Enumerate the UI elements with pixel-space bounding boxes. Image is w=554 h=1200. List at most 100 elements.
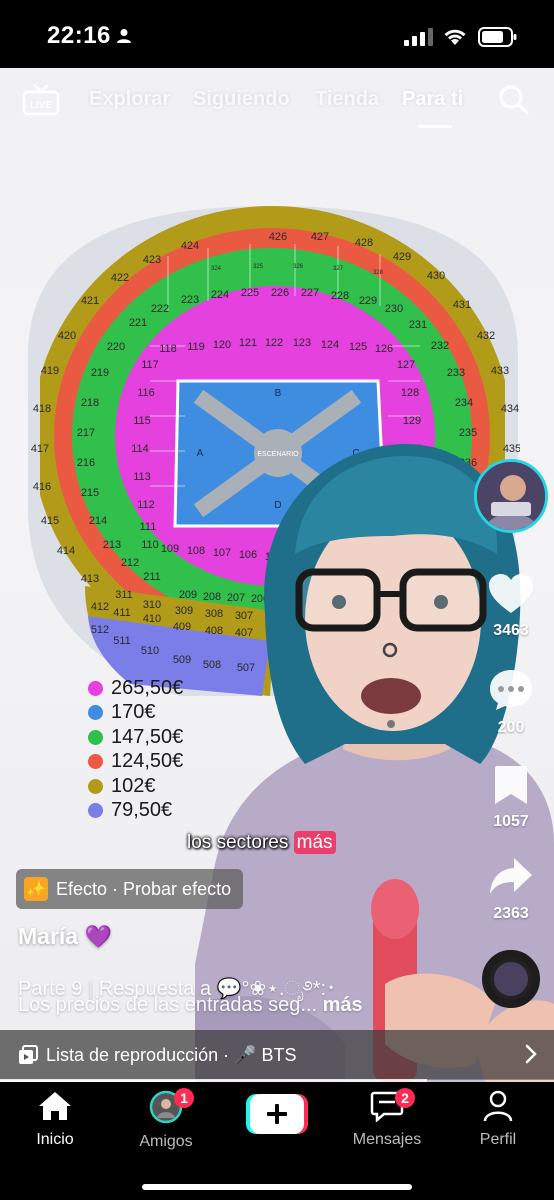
section-label: 114 [131, 443, 149, 455]
creator-avatar[interactable] [474, 459, 548, 533]
section-label: 420 [58, 330, 76, 342]
section-label: 416 [33, 481, 51, 493]
section-label: 309 [175, 605, 193, 617]
comment-icon [490, 670, 532, 710]
section-label: 511 [113, 635, 131, 647]
legend-dot [88, 680, 103, 696]
more-link[interactable]: más [317, 994, 363, 1016]
comment-button[interactable]: 200 [480, 668, 542, 737]
wifi-icon [444, 29, 466, 45]
floor-label-b: B [275, 388, 282, 399]
legend-price: 79,50€ [111, 799, 173, 822]
effect-label: Efecto · Probar efecto [56, 878, 232, 899]
section-label: 311 [115, 589, 133, 601]
section-label: 510 [141, 645, 159, 657]
section-label: 218 [81, 397, 99, 409]
legend-price: 124,50€ [111, 750, 184, 773]
bookmark-icon [495, 766, 527, 804]
section-label: 411 [113, 607, 131, 619]
section-label: 126 [375, 343, 393, 355]
battery-icon [478, 27, 517, 47]
like-button[interactable]: 3463 [480, 573, 542, 640]
section-label: 123 [293, 337, 311, 349]
legend-item: 147,50€ [88, 725, 183, 750]
section-label: 213 [103, 539, 121, 551]
legend-item: 79,50€ [88, 799, 183, 824]
heart-icon [489, 574, 533, 613]
signal-icon [404, 28, 433, 46]
share-button[interactable]: 2363 [480, 856, 542, 923]
section-label: 220 [107, 341, 125, 353]
legend-price: 147,50€ [111, 725, 184, 748]
section-label: 211 [143, 571, 161, 583]
section-label: 129 [403, 415, 421, 427]
section-label: 326 [293, 264, 304, 270]
playlist-icon [19, 1045, 38, 1064]
top-nav: LIVE Explorar Siguiendo Tienda Para ti [0, 68, 554, 132]
effect-button[interactable]: ✨ Efecto · Probar efecto [16, 869, 244, 909]
creator-username[interactable]: María 💜 [18, 923, 112, 950]
tab-inbox[interactable]: 2 Mensajes [337, 1088, 437, 1149]
legend-price: 265,50€ [111, 676, 184, 699]
tab-friends-label: Amigos [139, 1133, 193, 1150]
section-label: 432 [477, 330, 495, 342]
save-button[interactable]: 1057 [480, 764, 542, 831]
section-label: 212 [121, 557, 139, 569]
bottom-tab-bar: Inicio 1 Amigos 2 Mensajes Perfil [0, 1082, 554, 1200]
section-label: 327 [333, 266, 344, 272]
post-description-line2[interactable]: Los precios de las entradas seg... más [18, 994, 363, 1017]
section-label: 122 [265, 337, 283, 349]
section-label: 110 [141, 539, 159, 551]
section-label: 215 [81, 487, 99, 499]
section-label: 412 [91, 601, 109, 613]
section-label: 512 [91, 624, 109, 636]
tab-friends[interactable]: 1 Amigos [116, 1088, 216, 1151]
section-label: 228 [331, 290, 349, 302]
section-label: 409 [173, 621, 191, 633]
section-label: 410 [143, 613, 161, 625]
username-text: María [18, 923, 79, 949]
like-count: 3463 [493, 622, 529, 639]
playlist-bar[interactable]: Lista de reproducción · 🎤 BTS [0, 1030, 554, 1080]
save-count: 1057 [493, 813, 529, 830]
tab-tienda[interactable]: Tienda [315, 88, 379, 111]
tab-home[interactable]: Inicio [5, 1090, 105, 1149]
section-label: 125 [349, 341, 367, 353]
live-icon[interactable]: LIVE [22, 82, 60, 116]
legend-price: 170€ [111, 701, 156, 724]
section-label: 424 [181, 240, 199, 252]
create-button[interactable] [246, 1094, 308, 1134]
inbox-badge: 2 [395, 1088, 415, 1108]
share-icon [490, 858, 532, 894]
sound-disc[interactable] [482, 950, 540, 1008]
section-label: 216 [77, 457, 95, 469]
active-tab-indicator [418, 125, 452, 128]
section-label: 434 [501, 403, 519, 415]
legend-dot [88, 803, 103, 819]
section-label: 227 [301, 287, 319, 299]
status-time: 22:16 [47, 22, 111, 49]
section-label: 433 [491, 365, 509, 377]
tab-explorar[interactable]: Explorar [89, 88, 170, 111]
section-label: 418 [33, 403, 51, 415]
tab-para-ti[interactable]: Para ti [402, 88, 463, 111]
section-label: 113 [133, 471, 151, 483]
purple-heart-icon: 💜 [84, 924, 112, 949]
section-label: 119 [187, 341, 205, 353]
profile-icon [483, 1090, 513, 1122]
section-label: 415 [41, 515, 59, 527]
search-icon[interactable] [498, 84, 530, 116]
playlist-label: Lista de reproducción · 🎤 BTS [46, 1044, 297, 1065]
legend-dot [88, 754, 103, 770]
section-label: 109 [161, 543, 179, 555]
section-label: 117 [141, 359, 159, 371]
price-legend: 265,50€ 170€ 147,50€ 124,50€ 102€ 79,50€ [88, 676, 183, 823]
tab-profile[interactable]: Perfil [448, 1090, 548, 1149]
section-label: 234 [455, 397, 473, 409]
person-icon [117, 29, 131, 43]
sound-disc-cover [494, 962, 528, 996]
section-label: 324 [211, 266, 222, 272]
tab-siguiendo[interactable]: Siguiendo [193, 88, 290, 111]
video-feed[interactable]: ESCENARIO A B C D 423 424 426 427 428 42… [0, 68, 554, 1082]
section-label: 230 [385, 303, 403, 315]
